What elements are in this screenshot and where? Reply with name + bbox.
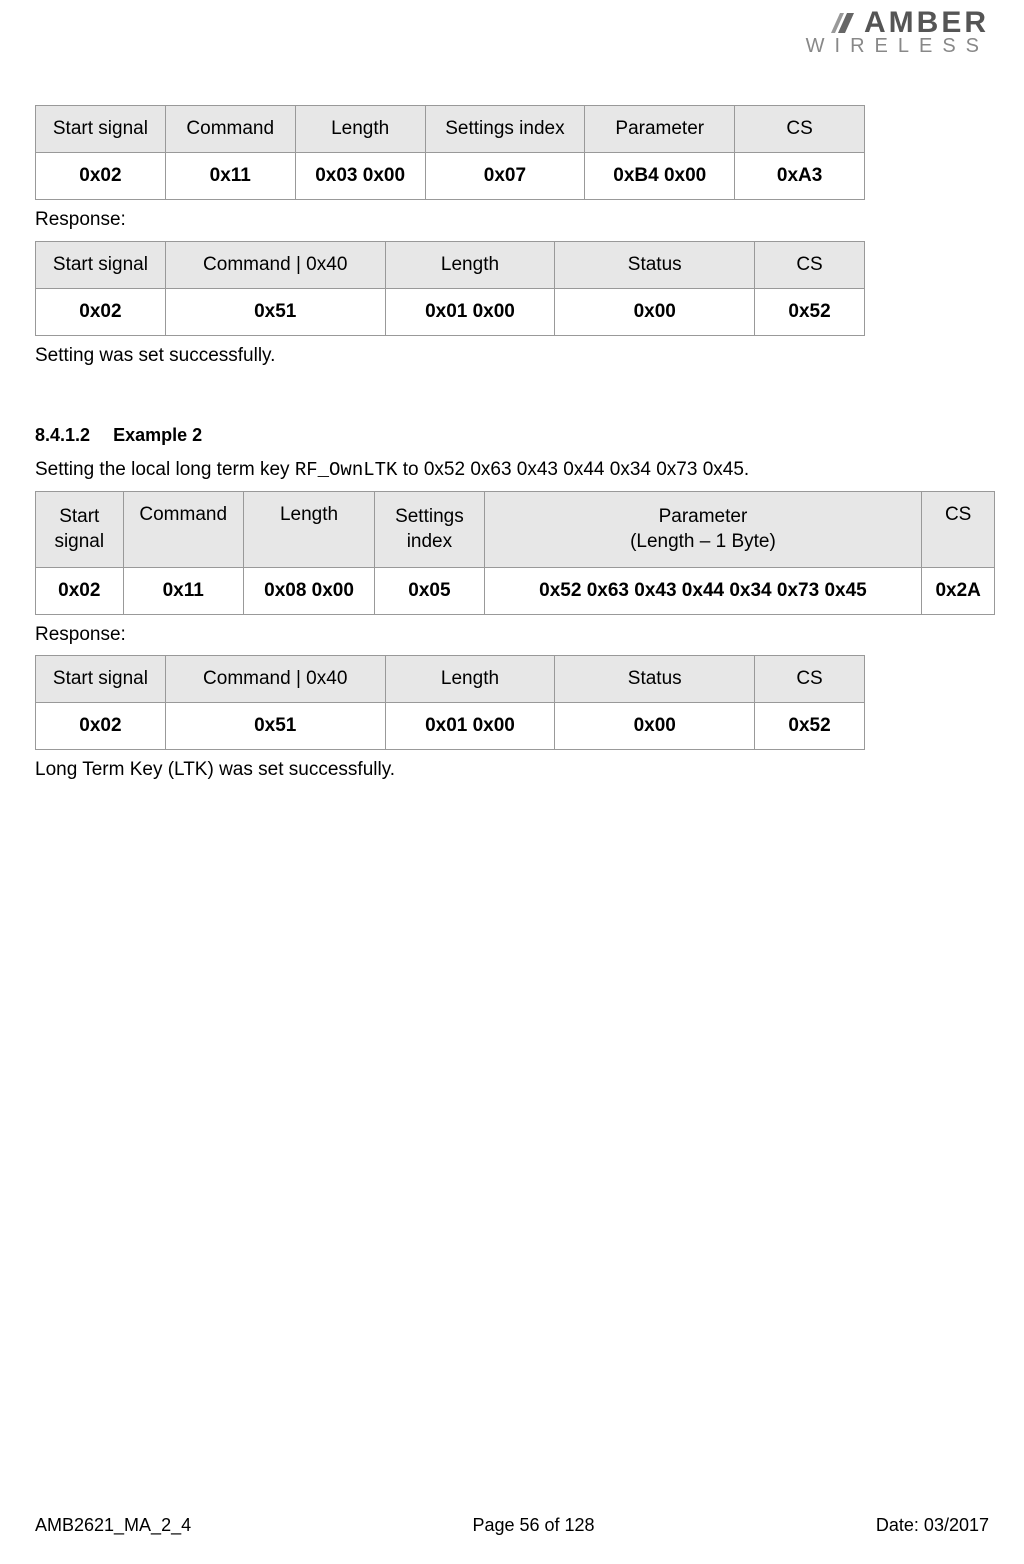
table-header: Settings index	[375, 491, 484, 567]
table-cell: 0x52 0x63 0x43 0x44 0x34 0x73 0x45	[484, 567, 922, 614]
table-header: Length	[295, 106, 425, 153]
table-header: Command | 0x40	[165, 656, 385, 703]
table-header: Parameter (Length – 1 Byte)	[484, 491, 922, 567]
table-header: Start signal	[36, 241, 166, 288]
text-setting-intro: Setting the local long term key RF_OwnLT…	[35, 456, 989, 485]
table-header: Length	[385, 656, 555, 703]
section-title: Example 2	[113, 425, 202, 445]
text-success-1: Setting was set successfully.	[35, 342, 989, 371]
table-header: Status	[555, 241, 755, 288]
table-cell: 0x00	[555, 703, 755, 750]
table-cell: 0x05	[375, 567, 484, 614]
table-row: Start signal Command Length Settings ind…	[36, 491, 995, 567]
table-cell: 0xB4 0x00	[585, 153, 735, 200]
page-footer: AMB2621_MA_2_4 Page 56 of 128 Date: 03/2…	[35, 1515, 989, 1536]
table-header: Command	[123, 491, 243, 567]
logo-text-top: AMBER	[864, 8, 989, 38]
table-cell: 0x51	[165, 288, 385, 335]
table-row: 0x02 0x51 0x01 0x00 0x00 0x52	[36, 703, 865, 750]
logo-icon	[826, 11, 856, 35]
section-heading: 8.4.1.2 Example 2	[35, 425, 989, 446]
table-cell: 0x52	[755, 703, 865, 750]
table-cell: 0x11	[165, 153, 295, 200]
table-cell: 0x08 0x00	[243, 567, 374, 614]
table-row: 0x02 0x11 0x08 0x00 0x05 0x52 0x63 0x43 …	[36, 567, 995, 614]
table-cell: 0x52	[755, 288, 865, 335]
code-identifier: RF_OwnLTK	[295, 459, 398, 481]
table-cell: 0x11	[123, 567, 243, 614]
table-row: 0x02 0x11 0x03 0x00 0x07 0xB4 0x00 0xA3	[36, 153, 865, 200]
table-header: Command	[165, 106, 295, 153]
table-header: Start signal	[36, 106, 166, 153]
table-cell: 0x01 0x00	[385, 703, 555, 750]
table-header: Start signal	[36, 491, 124, 567]
table-cell: 0x02	[36, 153, 166, 200]
table-header: Settings index	[425, 106, 585, 153]
table-header: CS	[735, 106, 865, 153]
table-request-1: Start signal Command Length Settings ind…	[35, 105, 865, 200]
text-response-label: Response:	[35, 206, 989, 235]
table-header: Length	[243, 491, 374, 567]
table-response-1: Start signal Command | 0x40 Length Statu…	[35, 241, 865, 336]
footer-doc-id: AMB2621_MA_2_4	[35, 1515, 191, 1536]
table-cell: 0x01 0x00	[385, 288, 555, 335]
table-row: 0x02 0x51 0x01 0x00 0x00 0x52	[36, 288, 865, 335]
table-header: Start signal	[36, 656, 166, 703]
table-cell: 0x2A	[922, 567, 995, 614]
table-cell: 0x02	[36, 567, 124, 614]
table-cell: 0x00	[555, 288, 755, 335]
text-success-2: Long Term Key (LTK) was set successfully…	[35, 756, 989, 785]
table-cell: 0x02	[36, 288, 166, 335]
table-cell: 0x51	[165, 703, 385, 750]
section-number: 8.4.1.2	[35, 425, 90, 445]
table-cell: 0x03 0x00	[295, 153, 425, 200]
table-cell: 0x07	[425, 153, 585, 200]
table-row: Start signal Command | 0x40 Length Statu…	[36, 656, 865, 703]
table-header: CS	[755, 656, 865, 703]
table-row: Start signal Command | 0x40 Length Statu…	[36, 241, 865, 288]
table-request-2: Start signal Command Length Settings ind…	[35, 491, 995, 615]
table-cell: 0x02	[36, 703, 166, 750]
table-header: Parameter	[585, 106, 735, 153]
table-row: Start signal Command Length Settings ind…	[36, 106, 865, 153]
table-header: Command | 0x40	[165, 241, 385, 288]
footer-page-number: Page 56 of 128	[472, 1515, 594, 1536]
table-header: Length	[385, 241, 555, 288]
footer-date: Date: 03/2017	[876, 1515, 989, 1536]
logo-text-bottom: WIRELESS	[802, 36, 989, 56]
table-cell: 0xA3	[735, 153, 865, 200]
table-header: CS	[922, 491, 995, 567]
table-header: CS	[755, 241, 865, 288]
table-response-2: Start signal Command | 0x40 Length Statu…	[35, 655, 865, 750]
brand-logo: AMBER WIRELESS	[802, 8, 989, 56]
table-header: Status	[555, 656, 755, 703]
text-response-label: Response:	[35, 621, 989, 650]
